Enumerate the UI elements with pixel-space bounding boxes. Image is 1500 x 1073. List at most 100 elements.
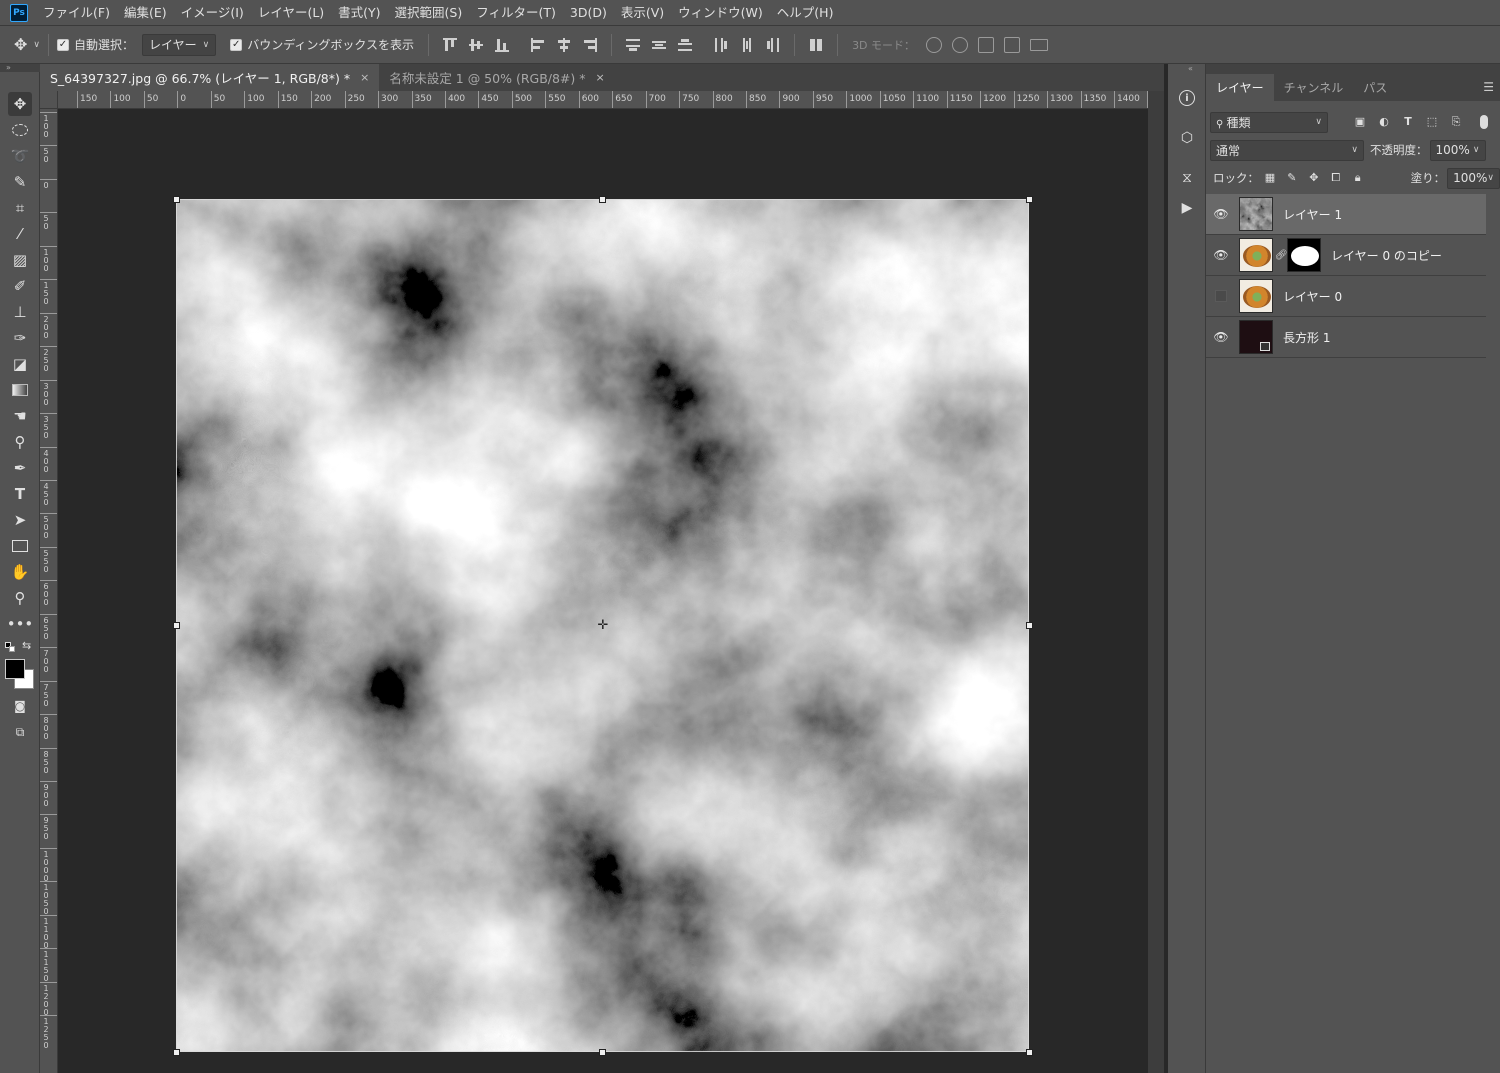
layer-row-layer-0[interactable]: レイヤー 0: [1206, 276, 1486, 317]
transform-handle-bottom-right[interactable]: [1026, 1049, 1033, 1056]
filter-type-icon[interactable]: T: [1401, 115, 1415, 129]
distribute-hcenter-icon[interactable]: [739, 37, 755, 53]
info-panel-icon[interactable]: i: [1177, 88, 1197, 108]
ellipse-marquee-tool-icon[interactable]: [8, 118, 32, 142]
menu-view[interactable]: 表示(V): [614, 0, 671, 26]
eyedropper-tool-icon[interactable]: ⁄: [8, 222, 32, 246]
rectangle-tool-icon[interactable]: [8, 534, 32, 558]
panel-menu-icon[interactable]: ☰: [1483, 80, 1494, 94]
chevron-down-icon[interactable]: ∨: [1487, 173, 1494, 183]
tab-layers[interactable]: レイヤー: [1206, 74, 1274, 101]
align-bottom-icon[interactable]: [494, 37, 510, 53]
layer-row-layer-1[interactable]: 👁︎ レイヤー 1: [1206, 194, 1486, 235]
tab-channels[interactable]: チャンネル: [1274, 74, 1354, 101]
filter-smart-object-icon[interactable]: ⎘: [1449, 115, 1463, 129]
layer-name[interactable]: 長方形 1: [1283, 329, 1330, 346]
clone-stamp-tool-icon[interactable]: ⊥: [8, 300, 32, 324]
history-brush-tool-icon[interactable]: ✑: [8, 326, 32, 350]
menu-select[interactable]: 選択範囲(S): [388, 0, 470, 26]
ruler-origin[interactable]: [40, 91, 58, 109]
visibility-toggle-hidden[interactable]: [1206, 290, 1236, 302]
layer-name[interactable]: レイヤー 0 のコピー: [1331, 247, 1442, 264]
layer-filter-dropdown[interactable]: ⚲ 種類 ∨: [1210, 111, 1328, 133]
3d-panel-icon[interactable]: ⬡: [1177, 128, 1197, 148]
close-icon[interactable]: ×: [360, 71, 369, 84]
move-tool-preset-icon[interactable]: ✥: [14, 35, 27, 54]
align-vcenter-icon[interactable]: [468, 37, 484, 53]
lock-position-icon[interactable]: ✥: [1308, 171, 1320, 185]
tab-paths[interactable]: パス: [1353, 74, 1397, 101]
auto-select-target-dropdown[interactable]: レイヤー ∨: [142, 33, 217, 56]
move-tool-icon[interactable]: ✥: [8, 92, 32, 116]
transform-handle-bottom[interactable]: [599, 1049, 606, 1056]
menu-window[interactable]: ウィンドウ(W): [671, 0, 770, 26]
blend-mode-dropdown[interactable]: 通常 ∨: [1210, 139, 1364, 161]
filter-pixel-icon[interactable]: ▣: [1353, 115, 1367, 129]
bounding-box-checkbox[interactable]: ✓: [230, 38, 243, 51]
transform-handle-top-right[interactable]: [1026, 196, 1033, 203]
distribute-left-icon[interactable]: [713, 37, 729, 53]
layer-name[interactable]: レイヤー 0: [1283, 288, 1342, 305]
gradient-tool-icon[interactable]: [8, 378, 32, 402]
layer-name[interactable]: レイヤー 1: [1283, 206, 1342, 223]
zoom-tool-icon[interactable]: ⚲: [8, 586, 32, 610]
transform-handle-left[interactable]: [173, 622, 180, 629]
filter-toggle-icon[interactable]: [1480, 115, 1488, 129]
tab-document-1[interactable]: S_64397327.jpg @ 66.7% (レイヤー 1, RGB/8*) …: [40, 64, 380, 91]
visibility-eye-icon[interactable]: 👁︎: [1206, 207, 1236, 221]
lock-all-icon[interactable]: 🔒︎: [1352, 171, 1364, 185]
eraser-tool-icon[interactable]: ◪: [8, 352, 32, 376]
swap-colors-icon[interactable]: ⇆: [22, 639, 31, 652]
screen-mode-icon[interactable]: ⧉: [8, 720, 32, 744]
align-hcenter-icon[interactable]: [556, 37, 572, 53]
transform-handle-top-left[interactable]: [173, 196, 180, 203]
auto-select-checkbox[interactable]: ✓: [57, 38, 69, 51]
align-top-icon[interactable]: [442, 37, 458, 53]
brush-tool-icon[interactable]: ✐: [8, 274, 32, 298]
crop-tool-icon[interactable]: ⌗: [8, 196, 32, 220]
distribute-bottom-icon[interactable]: [677, 37, 693, 53]
align-left-icon[interactable]: [530, 37, 546, 53]
auto-align-icon[interactable]: [808, 37, 824, 53]
menu-file[interactable]: ファイル(F): [36, 0, 117, 26]
path-selection-tool-icon[interactable]: ➤: [8, 508, 32, 532]
layer-row-layer-0-copy[interactable]: 👁︎ 🔗︎ レイヤー 0 のコピー: [1206, 235, 1486, 276]
lock-image-icon[interactable]: ✎: [1286, 171, 1298, 185]
mask-link-icon[interactable]: 🔗︎: [1275, 250, 1288, 261]
vertical-ruler[interactable]: 100 50 0 50 100 150 200 250 300 350 400 450 500 550 60…: [40, 109, 58, 1073]
transform-handle-right[interactable]: [1026, 622, 1033, 629]
layer-mask-thumbnail[interactable]: [1287, 238, 1321, 272]
history-panel-icon[interactable]: ⧖: [1177, 168, 1197, 188]
slide-3d-icon[interactable]: [1004, 36, 1021, 53]
canvas-vertical-scrollbar[interactable]: [1148, 91, 1164, 1073]
more-tools-icon[interactable]: •••: [7, 612, 34, 636]
layer-row-rectangle-1[interactable]: 👁︎ 長方形 1: [1206, 317, 1486, 358]
scale-3d-icon[interactable]: [1030, 38, 1049, 51]
quick-mask-icon[interactable]: ◙: [8, 694, 32, 718]
menu-image[interactable]: イメージ(I): [174, 0, 251, 26]
panel-collapse-icon[interactable]: «: [1188, 64, 1193, 73]
type-tool-icon[interactable]: T: [8, 482, 32, 506]
roll-3d-icon[interactable]: [952, 36, 969, 53]
default-colors-icon[interactable]: [5, 642, 15, 652]
orbit-3d-icon[interactable]: [926, 36, 943, 53]
menu-3d[interactable]: 3D(D): [563, 0, 614, 26]
fill-field[interactable]: 100% ∨: [1447, 167, 1500, 189]
actions-panel-icon[interactable]: ▶: [1177, 198, 1197, 218]
toolbar-collapse[interactable]: »: [0, 64, 40, 72]
menu-help[interactable]: ヘルプ(H): [770, 0, 841, 26]
foreground-color-swatch[interactable]: [5, 659, 25, 679]
menu-edit[interactable]: 編集(E): [117, 0, 174, 26]
menu-type[interactable]: 書式(Y): [331, 0, 387, 26]
smudge-tool-icon[interactable]: ☚: [8, 404, 32, 428]
pen-tool-icon[interactable]: ✒: [8, 456, 32, 480]
quick-selection-tool-icon[interactable]: ✎: [8, 170, 32, 194]
healing-brush-tool-icon[interactable]: ▨: [8, 248, 32, 272]
transform-handle-bottom-left[interactable]: [173, 1049, 180, 1056]
close-icon[interactable]: ×: [596, 71, 605, 84]
visibility-eye-icon[interactable]: 👁︎: [1206, 248, 1236, 262]
canvas-area[interactable]: ✛: [58, 109, 1148, 1073]
filter-shape-icon[interactable]: ⬚: [1425, 115, 1439, 129]
lock-transparency-icon[interactable]: ▦: [1264, 171, 1276, 185]
chevron-down-icon[interactable]: ∨: [1473, 145, 1480, 155]
